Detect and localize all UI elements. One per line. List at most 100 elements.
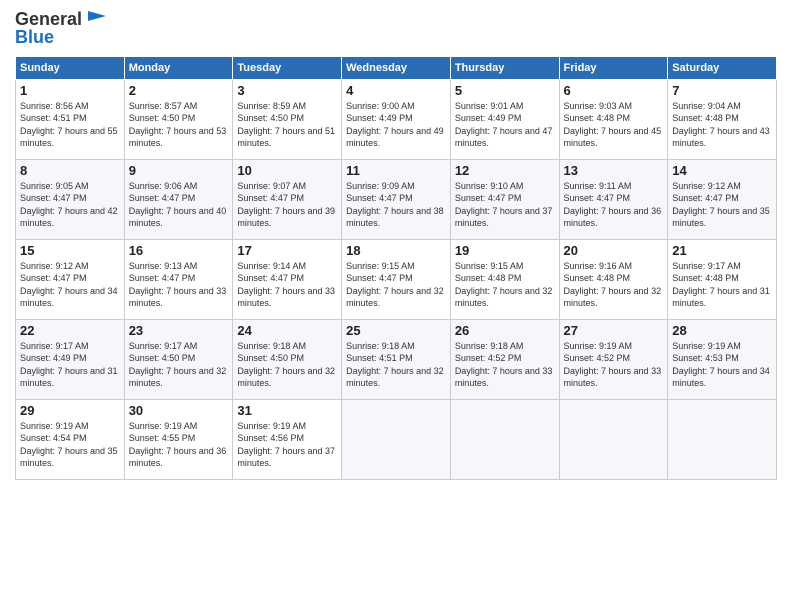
calendar-cell: 5 Sunrise: 9:01 AM Sunset: 4:49 PM Dayli… xyxy=(450,79,559,159)
day-number: 20 xyxy=(564,243,664,258)
day-info: Sunrise: 9:06 AM Sunset: 4:47 PM Dayligh… xyxy=(129,180,229,230)
sunrise: Sunrise: 9:15 AM xyxy=(346,261,415,271)
sunrise: Sunrise: 9:18 AM xyxy=(346,341,415,351)
sunset: Sunset: 4:47 PM xyxy=(237,273,304,283)
week-row-2: 15 Sunrise: 9:12 AM Sunset: 4:47 PM Dayl… xyxy=(16,239,777,319)
calendar-cell: 1 Sunrise: 8:56 AM Sunset: 4:51 PM Dayli… xyxy=(16,79,125,159)
sunset: Sunset: 4:51 PM xyxy=(20,113,87,123)
sunrise: Sunrise: 9:07 AM xyxy=(237,181,306,191)
day-info: Sunrise: 9:18 AM Sunset: 4:52 PM Dayligh… xyxy=(455,340,555,390)
day-info: Sunrise: 9:19 AM Sunset: 4:55 PM Dayligh… xyxy=(129,420,229,470)
calendar-cell: 17 Sunrise: 9:14 AM Sunset: 4:47 PM Dayl… xyxy=(233,239,342,319)
daylight: Daylight: 7 hours and 36 minutes. xyxy=(564,206,662,229)
sunset: Sunset: 4:49 PM xyxy=(20,353,87,363)
daylight: Daylight: 7 hours and 31 minutes. xyxy=(20,366,118,389)
daylight: Daylight: 7 hours and 34 minutes. xyxy=(672,366,770,389)
col-tuesday: Tuesday xyxy=(233,56,342,79)
sunset: Sunset: 4:47 PM xyxy=(237,193,304,203)
daylight: Daylight: 7 hours and 32 minutes. xyxy=(346,366,444,389)
sunrise: Sunrise: 9:19 AM xyxy=(564,341,633,351)
daylight: Daylight: 7 hours and 33 minutes. xyxy=(455,366,553,389)
sunset: Sunset: 4:48 PM xyxy=(564,273,631,283)
col-friday: Friday xyxy=(559,56,668,79)
sunset: Sunset: 4:50 PM xyxy=(129,353,196,363)
daylight: Daylight: 7 hours and 53 minutes. xyxy=(129,126,227,149)
day-number: 16 xyxy=(129,243,229,258)
day-info: Sunrise: 8:56 AM Sunset: 4:51 PM Dayligh… xyxy=(20,100,120,150)
sunrise: Sunrise: 9:19 AM xyxy=(672,341,741,351)
daylight: Daylight: 7 hours and 38 minutes. xyxy=(346,206,444,229)
sunrise: Sunrise: 9:18 AM xyxy=(455,341,524,351)
daylight: Daylight: 7 hours and 37 minutes. xyxy=(455,206,553,229)
sunset: Sunset: 4:47 PM xyxy=(20,273,87,283)
sunrise: Sunrise: 9:19 AM xyxy=(20,421,89,431)
sunrise: Sunrise: 8:56 AM xyxy=(20,101,89,111)
daylight: Daylight: 7 hours and 42 minutes. xyxy=(20,206,118,229)
sunrise: Sunrise: 9:11 AM xyxy=(564,181,632,191)
calendar-cell: 30 Sunrise: 9:19 AM Sunset: 4:55 PM Dayl… xyxy=(124,399,233,479)
day-info: Sunrise: 9:19 AM Sunset: 4:56 PM Dayligh… xyxy=(237,420,337,470)
calendar-cell: 2 Sunrise: 8:57 AM Sunset: 4:50 PM Dayli… xyxy=(124,79,233,159)
sunset: Sunset: 4:47 PM xyxy=(20,193,87,203)
week-row-4: 29 Sunrise: 9:19 AM Sunset: 4:54 PM Dayl… xyxy=(16,399,777,479)
daylight: Daylight: 7 hours and 39 minutes. xyxy=(237,206,335,229)
day-number: 10 xyxy=(237,163,337,178)
calendar-cell: 16 Sunrise: 9:13 AM Sunset: 4:47 PM Dayl… xyxy=(124,239,233,319)
sunrise: Sunrise: 9:16 AM xyxy=(564,261,633,271)
day-number: 3 xyxy=(237,83,337,98)
sunset: Sunset: 4:47 PM xyxy=(129,193,196,203)
calendar-cell: 27 Sunrise: 9:19 AM Sunset: 4:52 PM Dayl… xyxy=(559,319,668,399)
calendar-cell: 11 Sunrise: 9:09 AM Sunset: 4:47 PM Dayl… xyxy=(342,159,451,239)
sunset: Sunset: 4:54 PM xyxy=(20,433,87,443)
sunrise: Sunrise: 9:17 AM xyxy=(672,261,741,271)
sunrise: Sunrise: 9:12 AM xyxy=(20,261,89,271)
day-number: 9 xyxy=(129,163,229,178)
sunset: Sunset: 4:50 PM xyxy=(237,113,304,123)
sunset: Sunset: 4:52 PM xyxy=(455,353,522,363)
daylight: Daylight: 7 hours and 32 minutes. xyxy=(129,366,227,389)
day-info: Sunrise: 9:15 AM Sunset: 4:48 PM Dayligh… xyxy=(455,260,555,310)
sunset: Sunset: 4:48 PM xyxy=(672,113,739,123)
calendar-cell: 8 Sunrise: 9:05 AM Sunset: 4:47 PM Dayli… xyxy=(16,159,125,239)
day-info: Sunrise: 9:07 AM Sunset: 4:47 PM Dayligh… xyxy=(237,180,337,230)
logo-flag-icon xyxy=(84,11,106,29)
header: General Blue xyxy=(15,10,777,48)
day-info: Sunrise: 9:14 AM Sunset: 4:47 PM Dayligh… xyxy=(237,260,337,310)
day-info: Sunrise: 9:19 AM Sunset: 4:53 PM Dayligh… xyxy=(672,340,772,390)
sunrise: Sunrise: 9:01 AM xyxy=(455,101,524,111)
daylight: Daylight: 7 hours and 55 minutes. xyxy=(20,126,118,149)
sunset: Sunset: 4:48 PM xyxy=(455,273,522,283)
day-number: 12 xyxy=(455,163,555,178)
calendar-cell: 7 Sunrise: 9:04 AM Sunset: 4:48 PM Dayli… xyxy=(668,79,777,159)
sunrise: Sunrise: 9:15 AM xyxy=(455,261,524,271)
day-info: Sunrise: 9:17 AM Sunset: 4:50 PM Dayligh… xyxy=(129,340,229,390)
calendar-cell: 3 Sunrise: 8:59 AM Sunset: 4:50 PM Dayli… xyxy=(233,79,342,159)
day-info: Sunrise: 9:15 AM Sunset: 4:47 PM Dayligh… xyxy=(346,260,446,310)
day-number: 29 xyxy=(20,403,120,418)
daylight: Daylight: 7 hours and 32 minutes. xyxy=(237,366,335,389)
daylight: Daylight: 7 hours and 40 minutes. xyxy=(129,206,227,229)
calendar-cell: 21 Sunrise: 9:17 AM Sunset: 4:48 PM Dayl… xyxy=(668,239,777,319)
sunrise: Sunrise: 9:06 AM xyxy=(129,181,198,191)
sunrise: Sunrise: 9:09 AM xyxy=(346,181,415,191)
calendar-cell: 29 Sunrise: 9:19 AM Sunset: 4:54 PM Dayl… xyxy=(16,399,125,479)
calendar-cell: 12 Sunrise: 9:10 AM Sunset: 4:47 PM Dayl… xyxy=(450,159,559,239)
day-number: 31 xyxy=(237,403,337,418)
daylight: Daylight: 7 hours and 35 minutes. xyxy=(20,446,118,469)
sunrise: Sunrise: 9:18 AM xyxy=(237,341,306,351)
sunset: Sunset: 4:47 PM xyxy=(455,193,522,203)
calendar-cell: 18 Sunrise: 9:15 AM Sunset: 4:47 PM Dayl… xyxy=(342,239,451,319)
sunrise: Sunrise: 9:14 AM xyxy=(237,261,306,271)
calendar-cell: 9 Sunrise: 9:06 AM Sunset: 4:47 PM Dayli… xyxy=(124,159,233,239)
sunrise: Sunrise: 9:13 AM xyxy=(129,261,198,271)
calendar-cell: 6 Sunrise: 9:03 AM Sunset: 4:48 PM Dayli… xyxy=(559,79,668,159)
sunrise: Sunrise: 9:05 AM xyxy=(20,181,89,191)
day-number: 1 xyxy=(20,83,120,98)
calendar-cell xyxy=(668,399,777,479)
day-info: Sunrise: 8:57 AM Sunset: 4:50 PM Dayligh… xyxy=(129,100,229,150)
day-info: Sunrise: 9:09 AM Sunset: 4:47 PM Dayligh… xyxy=(346,180,446,230)
day-info: Sunrise: 9:12 AM Sunset: 4:47 PM Dayligh… xyxy=(20,260,120,310)
daylight: Daylight: 7 hours and 37 minutes. xyxy=(237,446,335,469)
day-number: 26 xyxy=(455,323,555,338)
day-number: 28 xyxy=(672,323,772,338)
